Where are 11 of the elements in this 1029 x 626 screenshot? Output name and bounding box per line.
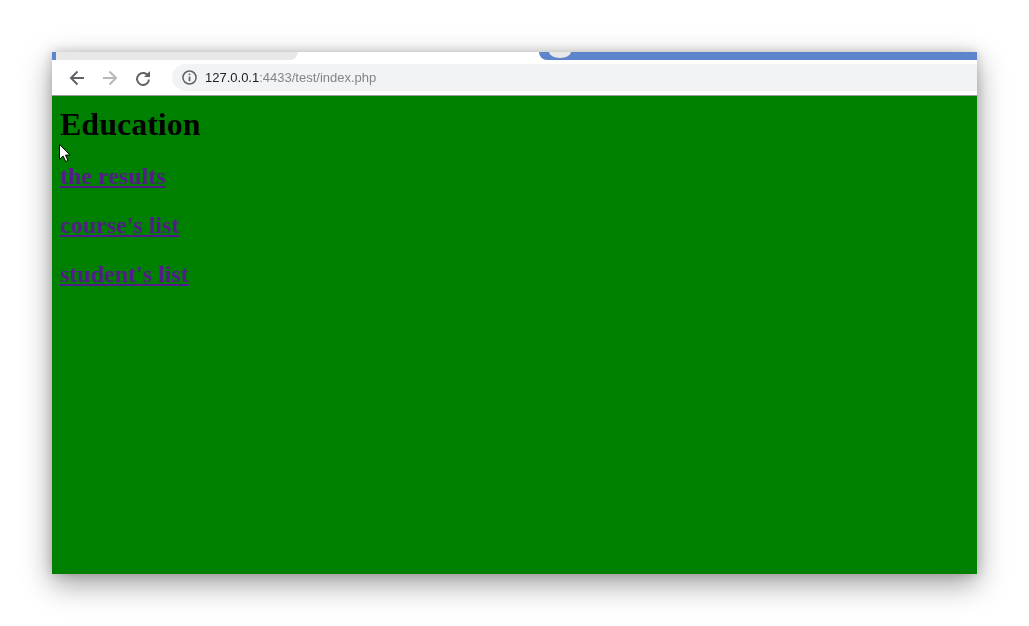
forward-arrow-icon: [102, 69, 118, 86]
page-link[interactable]: student's list: [60, 261, 189, 287]
page-link[interactable]: course's list: [60, 212, 180, 238]
back-arrow-icon: [69, 69, 85, 86]
url-text: 127.0.0.1:4433/test/index.php: [205, 70, 377, 85]
page-heading: Education: [60, 106, 201, 143]
info-icon: [182, 70, 197, 85]
address-field[interactable]: 127.0.0.1:4433/test/index.php: [172, 64, 977, 91]
reload-icon: [135, 69, 151, 86]
page-link[interactable]: the results: [60, 163, 166, 189]
mouse-cursor-icon: [59, 144, 70, 162]
